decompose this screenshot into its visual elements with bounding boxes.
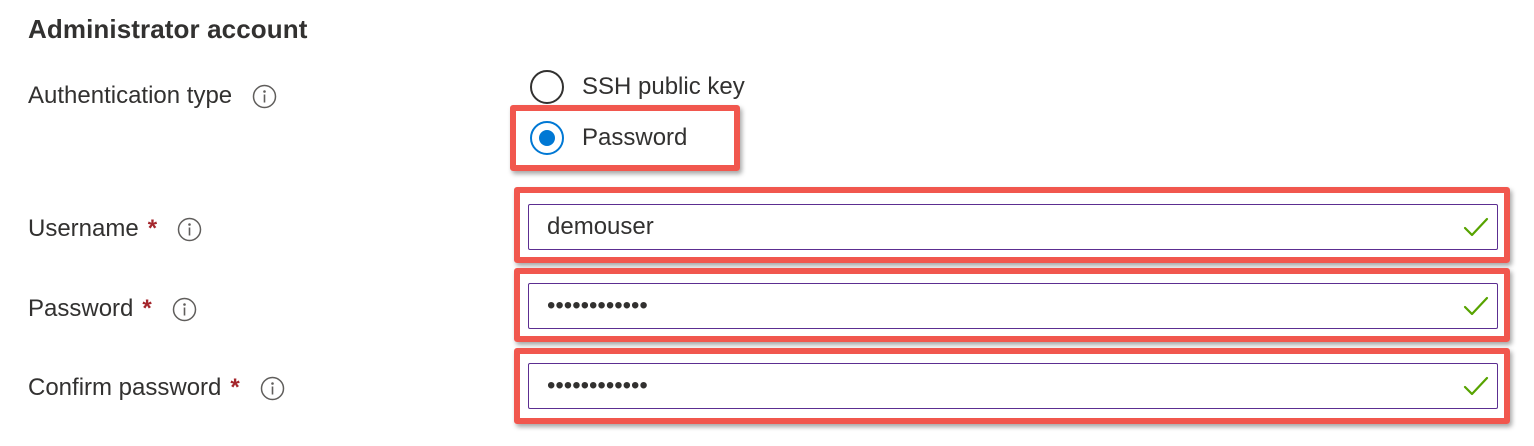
- info-icon[interactable]: [260, 376, 285, 401]
- password-input[interactable]: ••••••••••••: [528, 283, 1498, 329]
- info-icon[interactable]: [177, 217, 202, 242]
- confirm-password-input[interactable]: ••••••••••••: [528, 363, 1498, 409]
- username-value: demouser: [547, 213, 654, 240]
- radio-password[interactable]: Password: [530, 121, 687, 155]
- password-value: ••••••••••••: [547, 292, 648, 319]
- administrator-account-form: Administrator account Authentication typ…: [0, 0, 1534, 446]
- username-label: Username *: [28, 215, 202, 243]
- info-icon[interactable]: [172, 297, 197, 322]
- radio-password-label: Password: [582, 124, 688, 151]
- checkmark-icon: [1461, 291, 1491, 321]
- required-marker: *: [147, 215, 158, 242]
- password-label: Password *: [28, 295, 197, 323]
- radio-ssh-label: SSH public key: [582, 73, 745, 100]
- radio-button-checked[interactable]: [530, 121, 564, 155]
- authentication-type-label: Authentication type: [28, 82, 277, 110]
- authentication-type-label-text: Authentication type: [28, 82, 233, 109]
- confirm-password-value: ••••••••••••: [547, 372, 648, 399]
- required-marker: *: [230, 374, 240, 401]
- username-label-text: Username: [28, 215, 139, 242]
- password-label-text: Password: [28, 295, 134, 322]
- confirm-password-label-text: Confirm password: [28, 374, 222, 401]
- confirm-password-label: Confirm password *: [28, 374, 285, 402]
- username-input[interactable]: demouser: [528, 204, 1498, 250]
- required-marker: *: [142, 295, 152, 322]
- checkmark-icon: [1461, 371, 1491, 401]
- radio-ssh-public-key[interactable]: SSH public key: [530, 70, 745, 104]
- section-title: Administrator account: [28, 14, 308, 44]
- radio-button-unchecked[interactable]: [530, 70, 564, 104]
- info-icon[interactable]: [252, 84, 277, 109]
- checkmark-icon: [1461, 212, 1491, 242]
